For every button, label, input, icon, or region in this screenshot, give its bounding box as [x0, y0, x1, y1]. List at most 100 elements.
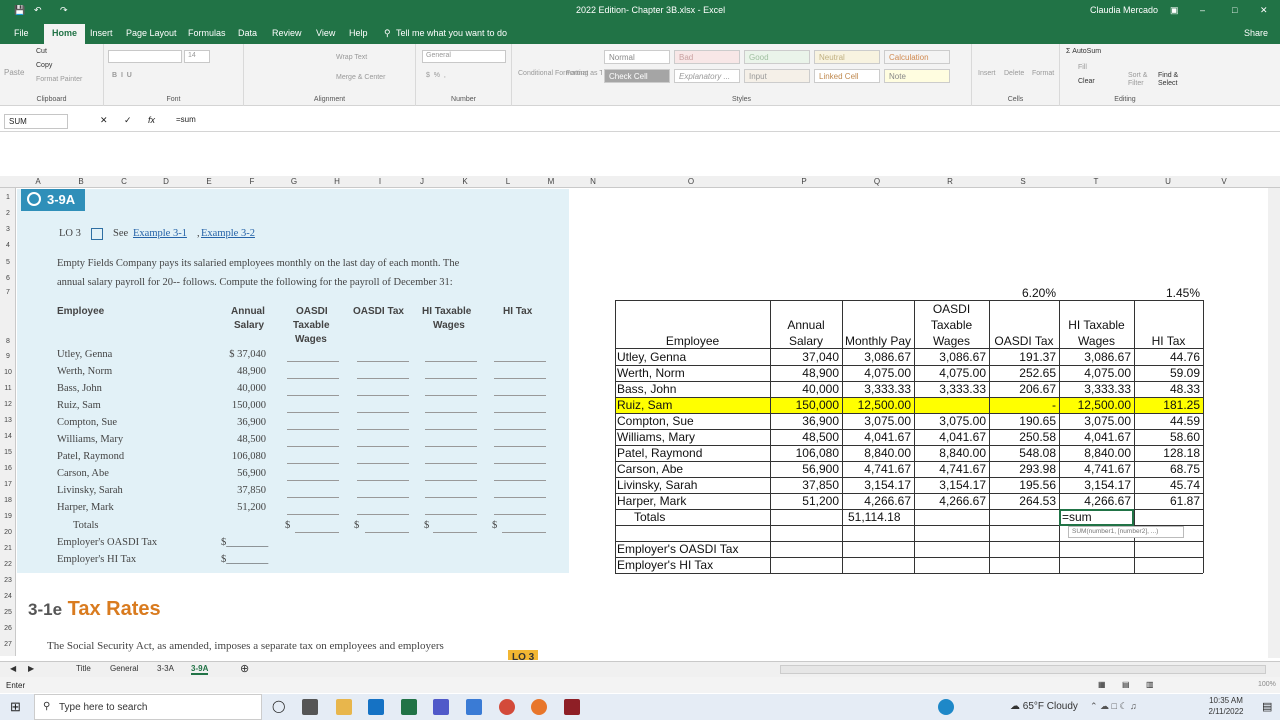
paste-button[interactable]: Paste — [4, 68, 24, 77]
oasdi-tax-cell[interactable]: 191.37 — [989, 350, 1056, 364]
row-header[interactable]: 16 — [0, 465, 16, 472]
row-header[interactable]: 2 — [0, 210, 16, 217]
formula-input[interactable]: =sum — [176, 115, 196, 124]
row-header[interactable]: 24 — [0, 593, 16, 600]
clock-time[interactable]: 10:35 AM — [1206, 696, 1246, 705]
oasdi-rate[interactable]: 6.20% — [989, 286, 1056, 300]
tab-review[interactable]: Review — [272, 28, 302, 38]
oasdi-wages-cell[interactable]: 3,075.00 — [914, 414, 986, 428]
col-header[interactable]: B — [71, 177, 91, 186]
format-painter-button[interactable]: Format Painter — [36, 76, 82, 83]
employee-name-cell[interactable]: Livinsky, Sarah — [617, 478, 697, 492]
hi-wages-cell[interactable]: 3,075.00 — [1059, 414, 1131, 428]
monthly-cell[interactable]: 8,840.00 — [842, 446, 911, 460]
row-header[interactable]: 1 — [0, 194, 16, 201]
tab-data[interactable]: Data — [238, 28, 257, 38]
sheet-tab-general[interactable]: General — [110, 664, 138, 673]
row-header[interactable]: 26 — [0, 625, 16, 632]
style-input[interactable]: Input — [744, 69, 810, 83]
header-salary[interactable]: Salary — [770, 334, 842, 348]
hi-wages-cell[interactable]: 8,840.00 — [1059, 446, 1131, 460]
employee-name-cell[interactable]: Patel, Raymond — [617, 446, 702, 460]
file-explorer-icon[interactable] — [336, 699, 352, 715]
horizontal-scrollbar[interactable] — [780, 665, 1266, 674]
col-header[interactable]: S — [1013, 177, 1033, 186]
row-header[interactable]: 20 — [0, 529, 16, 536]
maximize-icon[interactable]: □ — [1232, 5, 1237, 15]
insert-cells-button[interactable]: Insert — [978, 70, 996, 77]
acrobat-icon[interactable] — [564, 699, 580, 715]
col-header[interactable]: K — [455, 177, 475, 186]
row-header[interactable]: 25 — [0, 609, 16, 616]
col-header[interactable]: R — [940, 177, 960, 186]
oasdi-tax-cell[interactable]: 190.65 — [989, 414, 1056, 428]
col-header[interactable]: D — [156, 177, 176, 186]
active-cell-selection[interactable] — [1059, 509, 1134, 526]
hi-tax-cell[interactable]: 59.09 — [1134, 366, 1200, 380]
tab-home[interactable]: Home — [44, 24, 86, 44]
delete-cells-button[interactable]: Delete — [1004, 70, 1024, 77]
hi-wages-cell[interactable]: 12,500.00 — [1059, 398, 1131, 412]
header-hi-wages[interactable]: Wages — [1059, 334, 1134, 348]
monthly-cell[interactable]: 4,041.67 — [842, 430, 911, 444]
page-layout-view-icon[interactable]: ▤ — [1122, 680, 1130, 689]
outlook-icon[interactable] — [368, 699, 384, 715]
col-header[interactable]: G — [284, 177, 304, 186]
taskbar-search[interactable]: ⚲ Type here to search — [34, 694, 262, 720]
tab-help[interactable]: Help — [349, 28, 368, 38]
tab-file[interactable]: File — [14, 28, 29, 38]
oasdi-wages-cell[interactable]: 8,840.00 — [914, 446, 986, 460]
ribbon-display-icon[interactable]: ▣ — [1170, 5, 1179, 16]
hi-wages-cell[interactable]: 4,741.67 — [1059, 462, 1131, 476]
oasdi-tax-cell[interactable]: - — [989, 398, 1056, 412]
col-header[interactable]: A — [28, 177, 48, 186]
employee-name-cell[interactable]: Williams, Mary — [617, 430, 695, 444]
header-oasdi[interactable]: OASDI — [914, 302, 989, 316]
wrap-text-button[interactable]: Wrap Text — [336, 54, 367, 61]
style-note[interactable]: Note — [884, 69, 950, 83]
header-monthly-pay[interactable]: Monthly Pay — [842, 334, 914, 348]
col-header[interactable]: H — [327, 177, 347, 186]
tab-scroll-right-icon[interactable]: ▶ — [28, 664, 34, 673]
annual-cell[interactable]: 37,850 — [770, 478, 839, 492]
row-header[interactable]: 6 — [0, 275, 16, 282]
task-view-icon[interactable] — [302, 699, 318, 715]
enter-formula-icon[interactable]: ✓ — [124, 115, 132, 126]
monthly-cell[interactable]: 4,741.67 — [842, 462, 911, 476]
oasdi-tax-cell[interactable]: 252.65 — [989, 366, 1056, 380]
monthly-cell[interactable]: 3,075.00 — [842, 414, 911, 428]
redo-icon[interactable]: ↷ — [60, 5, 68, 16]
merge-center-button[interactable]: Merge & Center — [336, 74, 385, 81]
format-as-table-button[interactable]: Format as Table — [566, 70, 602, 77]
row-header[interactable]: 7 — [0, 289, 16, 296]
oasdi-tax-cell[interactable]: 293.98 — [989, 462, 1056, 476]
annual-cell[interactable]: 106,080 — [770, 446, 839, 460]
oasdi-wages-cell[interactable]: 3,333.33 — [914, 382, 986, 396]
employee-name-cell[interactable]: Bass, John — [617, 382, 676, 396]
hi-tax-cell[interactable]: 128.18 — [1134, 446, 1200, 460]
oasdi-wages-cell[interactable]: 3,086.67 — [914, 350, 986, 364]
row-header[interactable]: 21 — [0, 545, 16, 552]
find-select-button[interactable]: Find & Select — [1158, 72, 1188, 88]
header-wages[interactable]: Wages — [914, 334, 989, 348]
hi-wages-cell[interactable]: 3,154.17 — [1059, 478, 1131, 492]
share-button[interactable]: Share — [1244, 28, 1268, 38]
col-header[interactable]: E — [199, 177, 219, 186]
row-header[interactable]: 11 — [0, 385, 16, 392]
hi-tax-cell[interactable]: 44.59 — [1134, 414, 1200, 428]
style-bad[interactable]: Bad — [674, 50, 740, 64]
col-header[interactable]: I — [370, 177, 390, 186]
hi-wages-cell[interactable]: 3,333.33 — [1059, 382, 1131, 396]
row-header[interactable]: 22 — [0, 561, 16, 568]
number-format-buttons[interactable]: $ % , — [426, 72, 446, 79]
hi-rate[interactable]: 1.45% — [1134, 286, 1200, 300]
undo-icon[interactable]: ↶ — [34, 5, 42, 16]
oasdi-wages-cell[interactable]: 4,266.67 — [914, 494, 986, 508]
monthly-cell[interactable]: 4,266.67 — [842, 494, 911, 508]
save-icon[interactable]: 💾 — [14, 5, 25, 16]
employer-oasdi-label[interactable]: Employer's OASDI Tax — [617, 542, 738, 556]
tell-me-search[interactable]: Tell me what you want to do — [396, 28, 507, 38]
row-header[interactable]: 27 — [0, 641, 16, 648]
row-header[interactable]: 8 — [0, 338, 16, 345]
oasdi-tax-cell[interactable]: 548.08 — [989, 446, 1056, 460]
